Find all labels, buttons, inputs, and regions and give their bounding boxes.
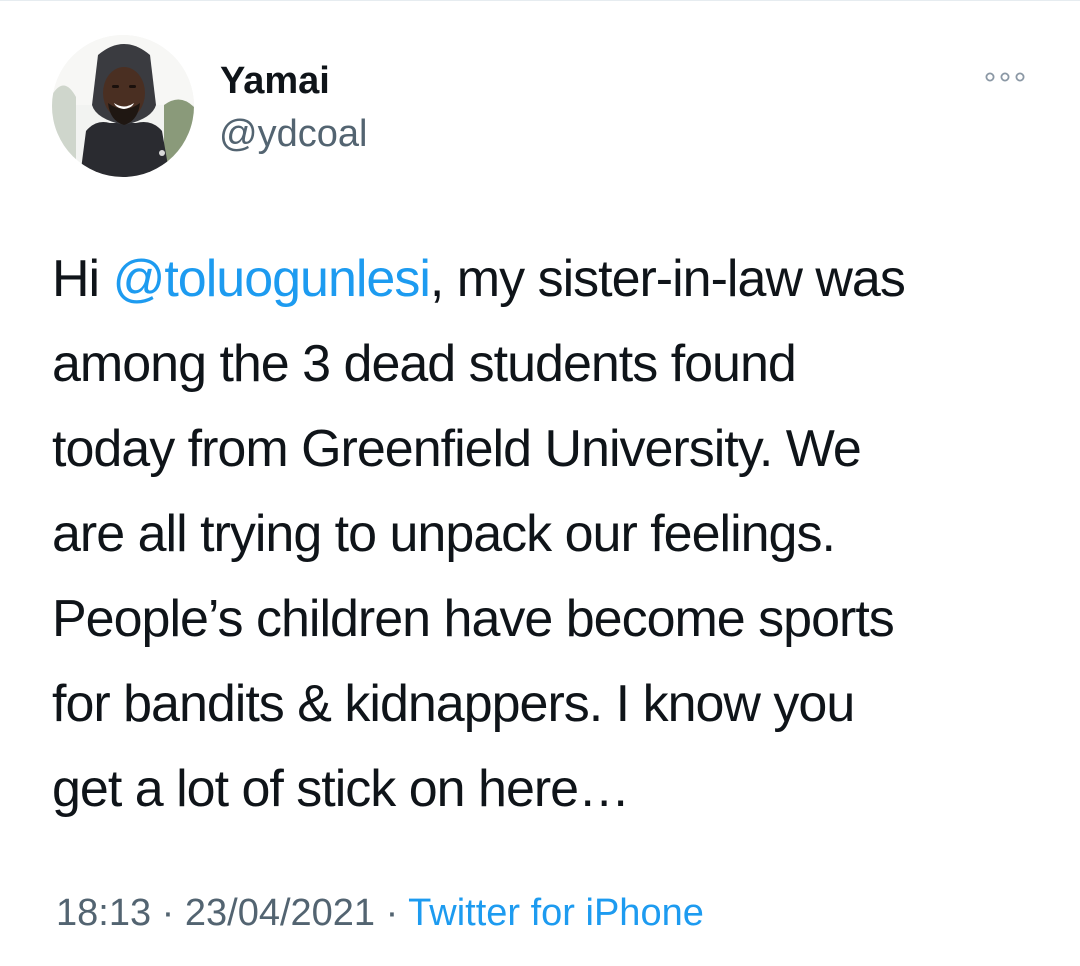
tweet-text-segment: Hi — [52, 250, 113, 308]
tweet-time[interactable]: 18:13 — [56, 892, 151, 934]
tweet-line: are all trying to unpack our feelings. — [52, 505, 836, 563]
meta-separator: · — [375, 892, 409, 934]
more-horizontal-icon — [985, 72, 1025, 82]
tweet-line: get a lot of stick on here… — [52, 760, 630, 818]
tweet-metadata: 18:13 · 23/04/2021 · Twitter for iPhone — [56, 889, 704, 937]
avatar-image — [52, 35, 194, 177]
tweet-card: Yamai @ydcoal Hi @toluogunlesi, my siste… — [0, 0, 1080, 966]
author-handle[interactable]: @ydcoal — [219, 112, 367, 156]
tweet-line: today from Greenfield University. We — [52, 420, 862, 478]
tweet-line: among the 3 dead students found — [52, 335, 797, 393]
more-options-button[interactable] — [984, 63, 1026, 91]
mention-link[interactable]: @toluogunlesi — [113, 250, 431, 308]
author-display-name[interactable]: Yamai — [220, 59, 330, 103]
tweet-text-segment: , my sister-in-law was — [429, 250, 906, 308]
tweet-date[interactable]: 23/04/2021 — [185, 892, 375, 934]
tweet-line: People’s children have become sports — [52, 590, 895, 648]
avatar[interactable] — [52, 35, 194, 177]
meta-separator: · — [151, 892, 185, 934]
tweet-source-link[interactable]: Twitter for iPhone — [408, 892, 704, 934]
tweet-line: Hi @toluogunlesi, my sister-in-law was — [52, 237, 1052, 322]
tweet-text: Hi @toluogunlesi, my sister-in-law was a… — [52, 237, 1052, 832]
tweet-line: for bandits & kidnappers. I know you — [52, 675, 855, 733]
